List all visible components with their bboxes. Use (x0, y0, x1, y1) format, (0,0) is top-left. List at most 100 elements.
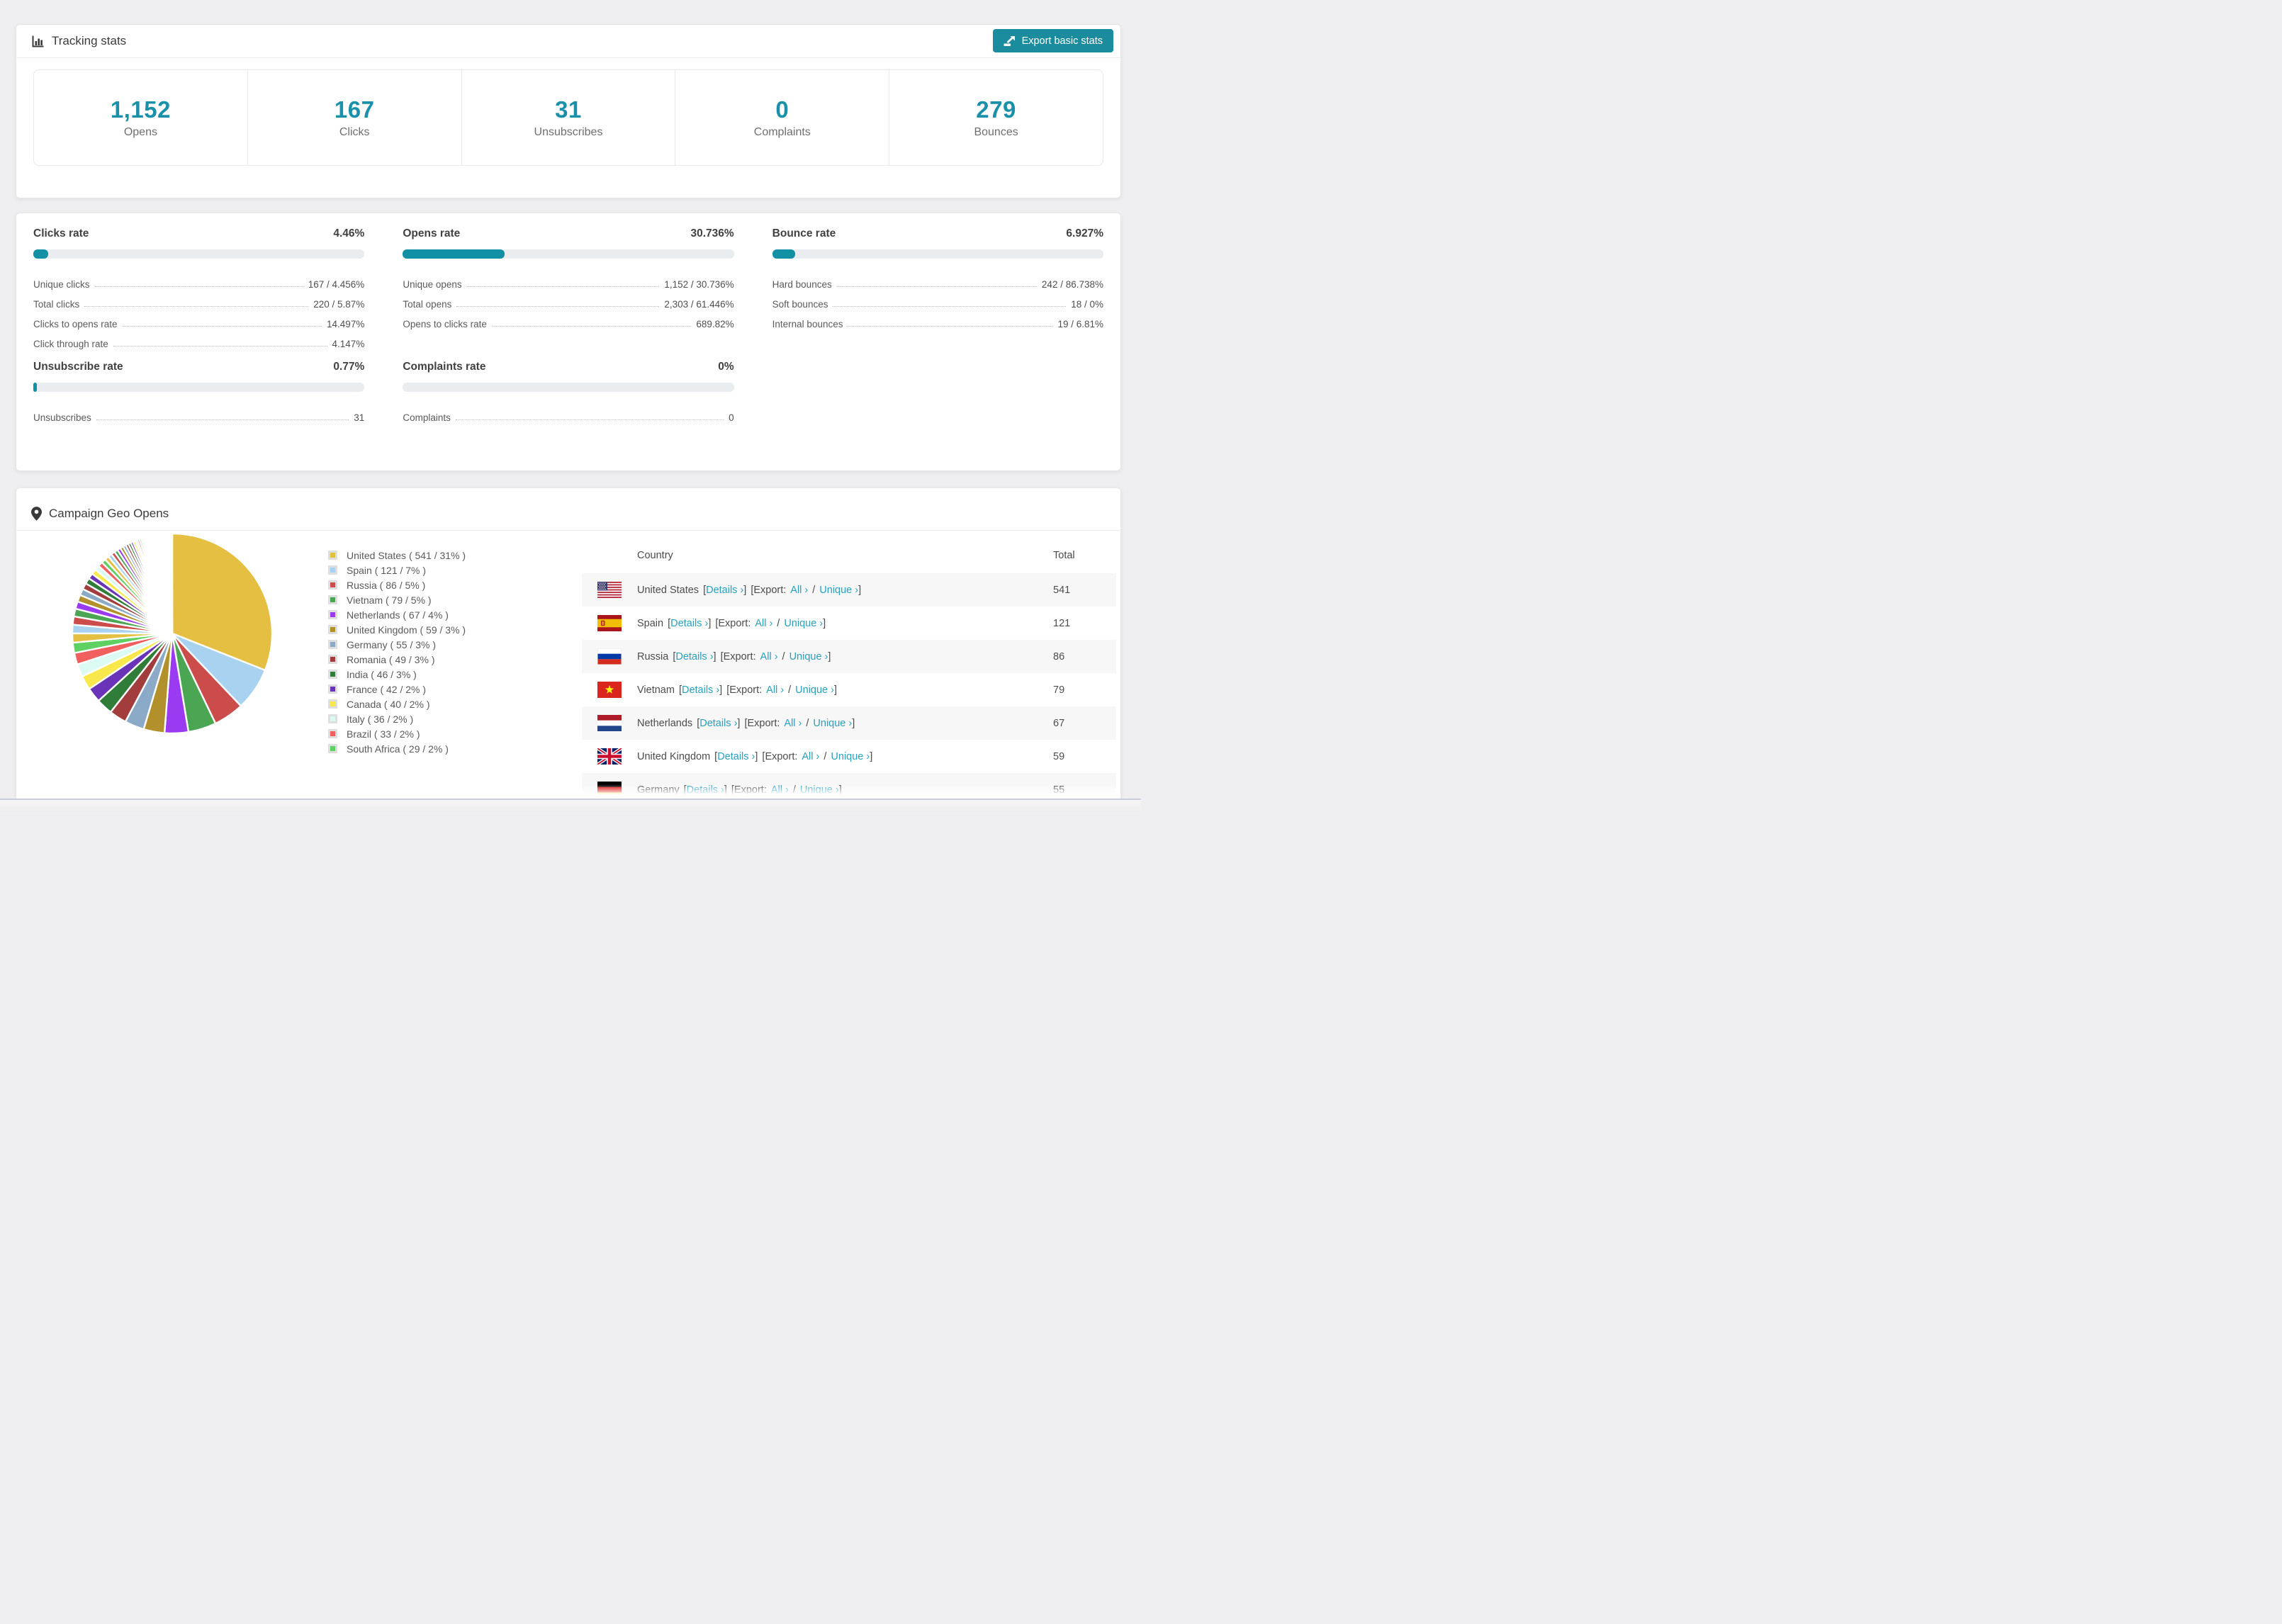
geo-table: Country Total United States[Details ›] [E… (582, 538, 1116, 799)
export-unique-link[interactable]: Unique › (795, 684, 834, 696)
details-link[interactable]: Details › (699, 718, 737, 729)
legend-swatch (328, 580, 337, 590)
legend-swatch (328, 655, 337, 664)
stat-label: Opens (123, 126, 157, 138)
map-pin-icon (31, 507, 42, 521)
de-flag-icon (597, 782, 622, 798)
legend-swatch (328, 610, 337, 619)
rate-detail-row: Internal bounces 19 / 6.81% (772, 310, 1103, 329)
export-prefix: [Export: (726, 684, 763, 696)
legend-item: Germany ( 55 / 3% ) (328, 637, 466, 652)
legend-label: Vietnam ( 79 / 5% ) (347, 594, 432, 606)
legend-swatch (328, 640, 337, 649)
country-name: United States (637, 584, 699, 596)
export-all-link[interactable]: All › (784, 718, 802, 729)
details-link[interactable]: Details › (706, 585, 743, 596)
bracket: ] (833, 684, 838, 696)
rate-title: Bounce rate (772, 227, 836, 239)
legend-item: United States ( 541 / 31% ) (328, 548, 466, 563)
stat-box-unsubscribes: 31 Unsubscribes (461, 70, 675, 165)
stat-value: 1,152 (110, 96, 171, 123)
geo-title: Campaign Geo Opens (49, 507, 169, 520)
slash: / (788, 684, 792, 696)
export-unique-link[interactable]: Unique › (800, 784, 839, 796)
export-all-link[interactable]: All › (766, 684, 784, 696)
rate-percent: 6.927% (1066, 227, 1103, 239)
legend-item: Vietnam ( 79 / 5% ) (328, 592, 466, 607)
export-unique-link[interactable]: Unique › (789, 651, 828, 662)
leader-dots (466, 286, 660, 287)
progress-bar (33, 383, 365, 392)
rate-rows: Unsubscribes 31 (33, 403, 364, 423)
rate-title: Complaints rate (403, 361, 486, 373)
details-link[interactable]: Details › (675, 651, 713, 662)
nl-flag-icon (597, 715, 622, 731)
export-unique-link[interactable]: Unique › (784, 618, 823, 629)
progress-bar (403, 383, 734, 392)
legend-label: France ( 42 / 2% ) (347, 683, 427, 695)
rate-detail-row: Hard bounces 242 / 86.738% (772, 270, 1103, 290)
bracket: ] (743, 584, 747, 596)
bracket: ] (870, 750, 873, 762)
stat-value: 279 (976, 96, 1016, 123)
geo-header: Campaign Geo Opens (16, 488, 1120, 531)
details-link[interactable]: Details › (687, 784, 724, 796)
export-unique-link[interactable]: Unique › (831, 751, 870, 762)
export-unique-link[interactable]: Unique › (819, 585, 858, 596)
rate-detail-label: Soft bounces (772, 299, 828, 310)
export-unique-link[interactable]: Unique › (813, 718, 852, 729)
slash: / (812, 584, 816, 596)
export-all-link[interactable]: All › (755, 618, 772, 629)
country-total: 55 (1053, 784, 1065, 796)
progress-bar-fill (33, 383, 37, 392)
stat-value: 0 (775, 96, 789, 123)
rate-detail-row: Click through rate 4.147% (33, 329, 364, 349)
legend-item: United Kingdom ( 59 / 3% ) (328, 622, 466, 637)
table-row-gb: United Kingdom[Details ›] [Export: All › / U… (582, 740, 1116, 773)
es-flag-icon (597, 615, 622, 631)
export-all-link[interactable]: All › (771, 784, 789, 796)
rate-title: Opens rate (403, 227, 461, 239)
stat-label: Complaints (753, 126, 811, 138)
page-bottom-strip (0, 799, 1141, 812)
details-link[interactable]: Details › (682, 684, 719, 696)
stat-value: 31 (555, 96, 582, 123)
rate-block-3: Unsubscribe rate 0.77% Unsubscribes 31 (33, 361, 365, 423)
rate-detail-label: Unsubscribes (33, 412, 91, 423)
rate-head: Clicks rate 4.46% (33, 227, 364, 240)
rates-grid: Clicks rate 4.46% Unique clicks 167 / 4.456… (16, 213, 1120, 437)
export-all-link[interactable]: All › (790, 585, 808, 596)
details-link[interactable]: Details › (670, 618, 708, 629)
leader-dots (848, 326, 1053, 327)
rate-detail-value: 242 / 86.738% (1041, 279, 1103, 290)
rate-rows: Unique opens 1,152 / 30.736% Total opens 2,… (403, 270, 734, 329)
export-basic-stats-button[interactable]: Export basic stats (992, 29, 1113, 52)
country-name: United Kingdom (637, 750, 711, 762)
bracket: ] (858, 584, 862, 596)
stat-label: Clicks (339, 126, 370, 138)
stat-label: Unsubscribes (534, 126, 603, 138)
country-total: 79 (1053, 684, 1065, 696)
export-all-link[interactable]: All › (760, 651, 778, 662)
rate-detail-value: 4.147% (332, 339, 365, 349)
details-link[interactable]: Details › (717, 751, 755, 762)
rate-percent: 30.736% (690, 227, 734, 239)
rate-detail-row: Unique clicks 167 / 4.456% (33, 270, 364, 290)
legend-label: Romania ( 49 / 3% ) (347, 653, 435, 665)
slash: / (777, 617, 780, 629)
rate-head: Opens rate 30.736% (403, 227, 734, 240)
bracket: ] (755, 750, 758, 762)
progress-bar (33, 249, 365, 259)
column-header-country: Country (637, 550, 673, 561)
bracket: ] (708, 617, 712, 629)
rate-detail-value: 220 / 5.87% (313, 299, 365, 310)
country-total: 67 (1053, 717, 1065, 729)
tracking-stats-panel: Tracking stats Export basic stats 1,152 O… (16, 24, 1121, 198)
export-all-link[interactable]: All › (802, 751, 819, 762)
legend-swatch (328, 595, 337, 604)
stats-row: 1,152 Opens 167 Clicks 31 Unsubscribes 0 Compla… (33, 69, 1103, 166)
slash: / (824, 750, 827, 762)
vn-flag-icon (597, 682, 622, 698)
geo-pie-chart (69, 531, 275, 740)
country-name: Russia (637, 650, 669, 662)
